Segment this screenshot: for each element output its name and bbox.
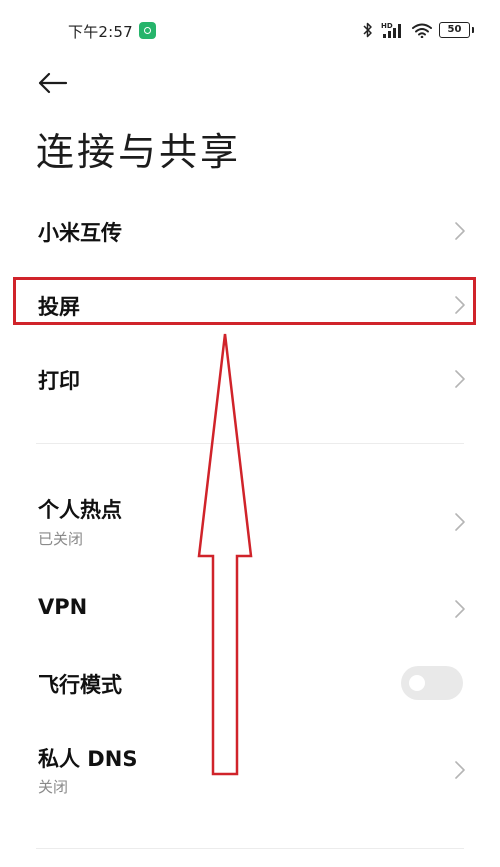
chevron-right-icon <box>455 761 465 779</box>
row-xiaomi-share[interactable]: 小米互传 <box>0 200 500 262</box>
row-label: VPN <box>38 595 88 619</box>
back-arrow-icon <box>38 72 68 94</box>
hd-label: HD <box>381 22 393 30</box>
status-time: 下午2:57 <box>68 23 133 41</box>
section-divider <box>36 443 464 444</box>
chevron-right-icon <box>455 370 465 388</box>
row-label: 个人热点 <box>38 498 122 522</box>
toggle-knob <box>409 675 425 691</box>
row-label: 小米互传 <box>38 221 122 245</box>
battery-level: 50 <box>447 24 462 35</box>
row-subtitle: 关闭 <box>38 778 69 796</box>
hd-signal-icon: HD <box>381 22 401 38</box>
row-label: 投屏 <box>38 295 80 319</box>
row-vpn[interactable]: VPN <box>0 578 500 640</box>
row-label: 私人 DNS <box>38 747 138 771</box>
row-private-dns[interactable]: 私人 DNS 关闭 <box>0 728 500 808</box>
row-subtitle: 已关闭 <box>38 530 84 548</box>
row-screen-cast[interactable]: 投屏 <box>0 274 500 336</box>
page-title: 连接与共享 <box>36 130 242 174</box>
chevron-right-icon <box>455 513 465 531</box>
chevron-right-icon <box>455 222 465 240</box>
status-bar: 下午2:57 HD 50 <box>0 0 500 60</box>
airplane-mode-toggle[interactable] <box>401 666 463 700</box>
row-label: 打印 <box>38 369 80 393</box>
chevron-right-icon <box>455 296 465 314</box>
status-icons: HD 50 <box>363 19 474 41</box>
chevron-right-icon <box>455 600 465 618</box>
wifi-icon <box>412 23 432 38</box>
row-print[interactable]: 打印 <box>0 348 500 410</box>
app-notification-icon <box>139 22 156 39</box>
battery-icon: 50 <box>439 22 474 38</box>
row-label: 飞行模式 <box>38 673 122 697</box>
back-button[interactable] <box>36 66 70 100</box>
section-divider <box>36 848 464 849</box>
bluetooth-icon <box>363 22 372 38</box>
row-airplane-mode: 飞行模式 <box>0 652 500 714</box>
row-personal-hotspot[interactable]: 个人热点 已关闭 <box>0 482 500 562</box>
